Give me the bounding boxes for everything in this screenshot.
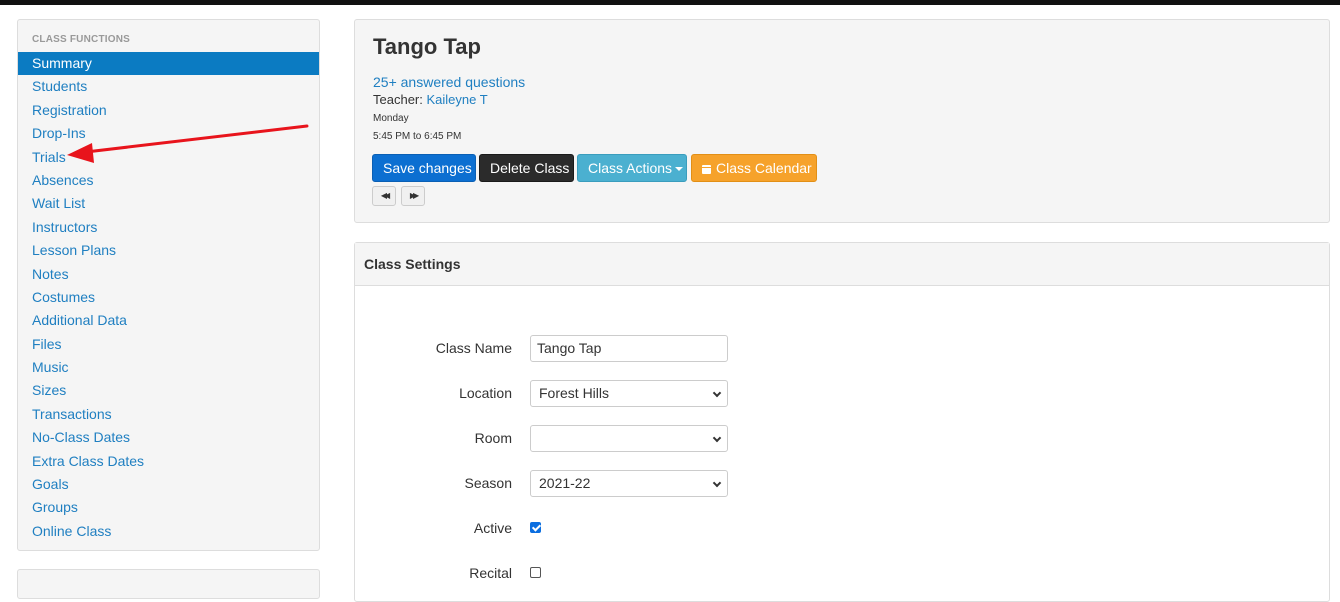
sidebar-item-online-class[interactable]: Online Class (18, 520, 319, 543)
rewind-icon: ◀◀ (380, 191, 390, 200)
season-select[interactable]: 2021-22 (530, 470, 728, 497)
sidebar-item-files[interactable]: Files (18, 333, 319, 356)
answered-questions-link[interactable]: 25+ answered questions (373, 74, 525, 90)
sidebar-item-groups[interactable]: Groups (18, 496, 319, 519)
recital-checkbox[interactable] (530, 567, 541, 578)
teacher-line: Teacher: Kaileyne T (373, 92, 488, 107)
fast-forward-icon: ▶▶ (409, 191, 419, 200)
class-name-label: Class Name (435, 340, 512, 356)
sidebar-item-no-class-dates[interactable]: No-Class Dates (18, 426, 319, 449)
sidebar-item-costumes[interactable]: Costumes (18, 286, 319, 309)
save-changes-label: Save changes (383, 160, 472, 176)
class-day: Monday (373, 113, 409, 124)
sidebar-item-sizes[interactable]: Sizes (18, 379, 319, 402)
chevron-down-icon (712, 388, 722, 398)
sidebar-item-trials[interactable]: Trials (18, 146, 319, 169)
sidebar-item-registration[interactable]: Registration (18, 99, 319, 122)
delete-class-button[interactable]: Delete Class (479, 154, 574, 182)
class-actions-button[interactable]: Class Actions (577, 154, 687, 182)
top-bar (0, 0, 1340, 5)
class-settings-panel: Class Settings Class Name Tango Tap Loca… (354, 242, 1330, 602)
class-name-input[interactable]: Tango Tap (530, 335, 728, 362)
delete-class-label: Delete Class (490, 160, 570, 176)
teacher-link[interactable]: Kaileyne T (426, 92, 487, 107)
location-selected-value: Forest Hills (539, 385, 610, 401)
settings-panel-title: Class Settings (355, 243, 1329, 286)
sidebar-item-drop-ins[interactable]: Drop-Ins (18, 122, 319, 145)
sidebar-item-notes[interactable]: Notes (18, 263, 319, 286)
sidebar-item-music[interactable]: Music (18, 356, 319, 379)
room-label: Room (474, 430, 512, 446)
location-label: Location (459, 385, 512, 401)
next-class-button[interactable]: ▶▶ (401, 186, 425, 206)
location-select[interactable]: Forest Hills (530, 380, 728, 407)
season-label: Season (464, 475, 512, 491)
sidebar-item-students[interactable]: Students (18, 75, 319, 98)
sidebar-header: CLASS FUNCTIONS (32, 34, 130, 45)
page-title: Tango Tap (373, 34, 481, 59)
sidebar-item-additional-data[interactable]: Additional Data (18, 309, 319, 332)
chevron-down-icon (712, 433, 722, 443)
secondary-sidebar-panel (17, 569, 320, 599)
chevron-down-icon (712, 478, 722, 488)
class-functions-sidebar: CLASS FUNCTIONS Summary Students Registr… (17, 19, 320, 551)
calendar-icon (702, 164, 711, 174)
season-selected-value: 2021-22 (539, 475, 591, 491)
caret-down-icon (675, 167, 684, 172)
sidebar-item-wait-list[interactable]: Wait List (18, 192, 319, 215)
active-label: Active (473, 520, 512, 536)
sidebar-item-goals[interactable]: Goals (18, 473, 319, 496)
sidebar-item-absences[interactable]: Absences (18, 169, 319, 192)
sidebar-list: Summary Students Registration Drop-Ins T… (18, 52, 319, 543)
sidebar-item-transactions[interactable]: Transactions (18, 403, 319, 426)
class-calendar-button[interactable]: Class Calendar (691, 154, 817, 182)
class-time: 5:45 PM to 6:45 PM (373, 131, 462, 142)
sidebar-item-extra-class-dates[interactable]: Extra Class Dates (18, 450, 319, 473)
sidebar-item-summary[interactable]: Summary (18, 52, 319, 76)
previous-class-button[interactable]: ◀◀ (372, 186, 396, 206)
class-calendar-label: Class Calendar (716, 160, 812, 176)
class-actions-label: Class Actions (588, 160, 673, 176)
save-changes-button[interactable]: Save changes (372, 154, 476, 182)
active-checkbox[interactable] (530, 522, 541, 533)
class-header-panel: Tango Tap 25+ answered questions Teacher… (354, 19, 1330, 223)
recital-label: Recital (469, 565, 512, 581)
sidebar-item-instructors[interactable]: Instructors (18, 216, 319, 239)
room-select[interactable] (530, 425, 728, 452)
sidebar-item-lesson-plans[interactable]: Lesson Plans (18, 239, 319, 262)
teacher-label: Teacher: (373, 92, 427, 107)
